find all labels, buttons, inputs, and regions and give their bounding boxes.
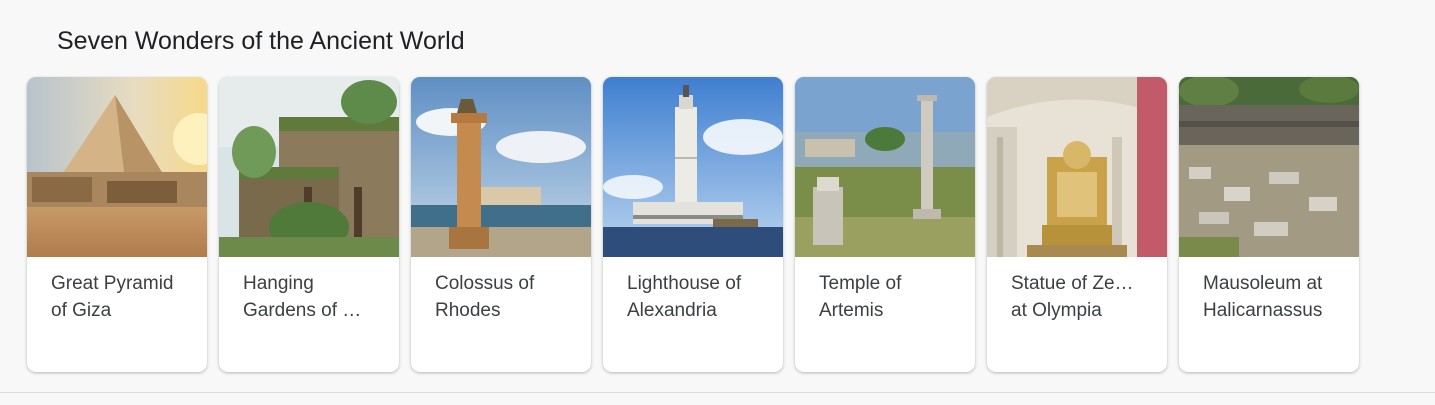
card-label-line1: Mausoleum at	[1203, 273, 1323, 294]
card-great-pyramid[interactable]: Great Pyramid of Giza	[27, 77, 207, 372]
card-label: Great Pyramid of Giza	[51, 270, 187, 324]
card-temple-artemis[interactable]: Temple of Artemis	[795, 77, 975, 372]
knowledge-panel: Seven Wonders of the Ancient World Great…	[0, 0, 1435, 405]
colossus-image	[411, 77, 591, 257]
great-pyramid-image	[27, 77, 207, 257]
lighthouse-image	[603, 77, 783, 257]
temple-artemis-image	[795, 77, 975, 257]
card-label-line1: Temple of	[819, 273, 902, 294]
divider	[0, 392, 1435, 393]
card-label-line2: at Olympia	[1011, 300, 1102, 321]
card-label-line2: Rhodes	[435, 300, 501, 321]
statue-zeus-image	[987, 77, 1167, 257]
card-label-line2: Gardens of …	[243, 300, 362, 321]
card-label-line2: of Giza	[51, 300, 112, 321]
section-title: Seven Wonders of the Ancient World	[57, 27, 465, 55]
card-colossus[interactable]: Colossus of Rhodes	[411, 77, 591, 372]
card-label: Colossus of Rhodes	[435, 270, 571, 324]
card-label: Hanging Gardens of …	[243, 270, 379, 324]
card-statue-zeus[interactable]: Statue of Ze… at Olympia	[987, 77, 1167, 372]
card-lighthouse[interactable]: Lighthouse of Alexandria	[603, 77, 783, 372]
card-label-line2: Artemis	[819, 300, 884, 321]
card-mausoleum[interactable]: Mausoleum at Halicarnassus	[1179, 77, 1359, 372]
card-label: Mausoleum at Halicarnassus	[1203, 270, 1339, 324]
card-label-line2: Halicarnassus	[1203, 300, 1323, 321]
hanging-gardens-image	[219, 77, 399, 257]
card-label-line1: Great Pyramid	[51, 273, 174, 294]
card-label-line2: Alexandria	[627, 300, 717, 321]
card-hanging-gardens[interactable]: Hanging Gardens of …	[219, 77, 399, 372]
card-label-line1: Hanging	[243, 273, 314, 294]
card-label-line1: Colossus of	[435, 273, 535, 294]
card-label: Temple of Artemis	[819, 270, 955, 324]
wonders-carousel: Great Pyramid of Giza Hanging Gardens of…	[27, 77, 1367, 373]
card-label: Statue of Ze… at Olympia	[1011, 270, 1147, 324]
card-label-line1: Statue of Ze…	[1011, 273, 1134, 294]
card-label: Lighthouse of Alexandria	[627, 270, 763, 324]
mausoleum-image	[1179, 77, 1359, 257]
card-label-line1: Lighthouse of	[627, 273, 742, 294]
